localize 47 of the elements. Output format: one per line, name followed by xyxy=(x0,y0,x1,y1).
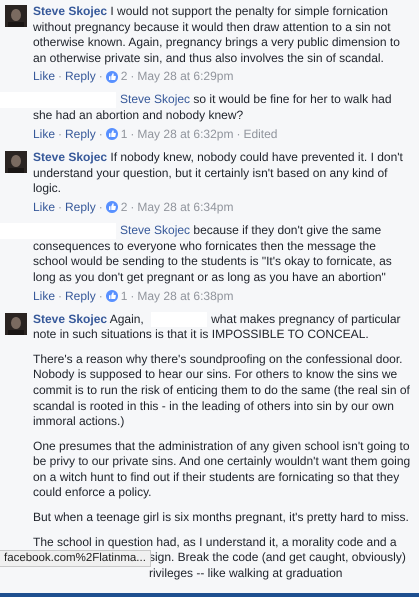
avatar[interactable] xyxy=(5,312,27,335)
mention-link[interactable]: Steve Skojec xyxy=(120,92,190,106)
comment-text: Steve Skojec Again, what makes pregnancy of particular note in such situations is that it is IMPOSSIBLE TO CONCEAL. xyxy=(33,312,402,343)
like-icon xyxy=(106,70,118,83)
separator: · xyxy=(58,288,62,304)
like-link[interactable]: Like xyxy=(33,288,56,304)
separator: · xyxy=(130,126,134,142)
separator: · xyxy=(130,69,134,84)
like-link[interactable]: Like xyxy=(33,200,56,215)
author-name[interactable]: Steve Skojec xyxy=(33,312,108,326)
like-link[interactable]: Like xyxy=(33,126,56,142)
comment-text: Steve Skojec I would not support the penalty for simple fornication without pregnancy because it would then draw attention to a sin not otherwise known. Again, pregnancy brings a very public dimension to an otherwise private sin, and thus also involves the sin of scandal. xyxy=(33,4,401,66)
like-icon xyxy=(106,201,118,214)
separator: · xyxy=(98,200,103,215)
avatar[interactable] xyxy=(5,150,27,173)
author-name[interactable]: Steve Skojec xyxy=(33,150,108,164)
comment-text: One presumes that the administration of any given school isn't going to be privy to our private sins. And one certainly wouldn't want them going on a witch hunt to find out if their students are fornicating so that they could enforce a policy. xyxy=(33,438,412,502)
comment-text: The school in question had, as I understand it, a morality code and a xyxy=(33,534,398,550)
like-icon xyxy=(106,128,118,140)
like-count: 1 xyxy=(120,288,128,304)
like-icon xyxy=(106,290,118,302)
separator: · xyxy=(98,288,103,304)
reply-link[interactable]: Reply xyxy=(65,288,96,304)
reply-link[interactable]: Reply xyxy=(65,126,96,142)
separator: · xyxy=(130,288,134,304)
separator: · xyxy=(58,126,62,142)
comment-text: Steve Skojec If nobody knew, nobody could have prevented it. I don't understand your question, but it certainly isn't based on any kind of logic. xyxy=(33,150,404,197)
comment-text: Steve Skojec because if they don't give the same consequences to everyone who fornicates then the message the school would be sending to the students is "It's okay to fornicate, as long as you don't get pregnant or as long as you have an abortion" xyxy=(33,222,393,286)
author-name[interactable]: Steve Skojec xyxy=(33,4,108,18)
separator: · xyxy=(58,69,62,84)
separator: · xyxy=(98,69,103,84)
separator: · xyxy=(236,126,240,142)
separator: · xyxy=(58,200,62,215)
like-count: 2 xyxy=(120,69,128,84)
reply-link[interactable]: Reply xyxy=(65,69,96,84)
edited-label: Edited xyxy=(243,126,278,142)
comment-text: rivileges -- like walking at graduation xyxy=(149,566,342,580)
comment-text: But when a teenage girl is six months pregnant, it's pretty hard to miss. xyxy=(33,510,410,526)
separator: · xyxy=(98,126,103,142)
reply-link[interactable]: Reply xyxy=(65,200,96,215)
like-link[interactable]: Like xyxy=(33,69,56,84)
separator: · xyxy=(130,200,134,215)
comment-text: There's a reason why there's soundproofing on the confessional door. Nobody is supposed to hear our sins. For others to know the sins we commit is to run the risk of enticing them to do the same (the real sin of scandal is rooted in this - in the leading of others into sin by our own immoral actions.) xyxy=(33,352,411,430)
like-count: 1 xyxy=(120,126,128,142)
mention-link[interactable]: Steve Skojec xyxy=(120,222,190,237)
comment-text: Steve Skojec so it would be fine for her to walk had she had an abortion and nobody knew? xyxy=(33,92,393,124)
like-count: 2 xyxy=(120,200,128,215)
